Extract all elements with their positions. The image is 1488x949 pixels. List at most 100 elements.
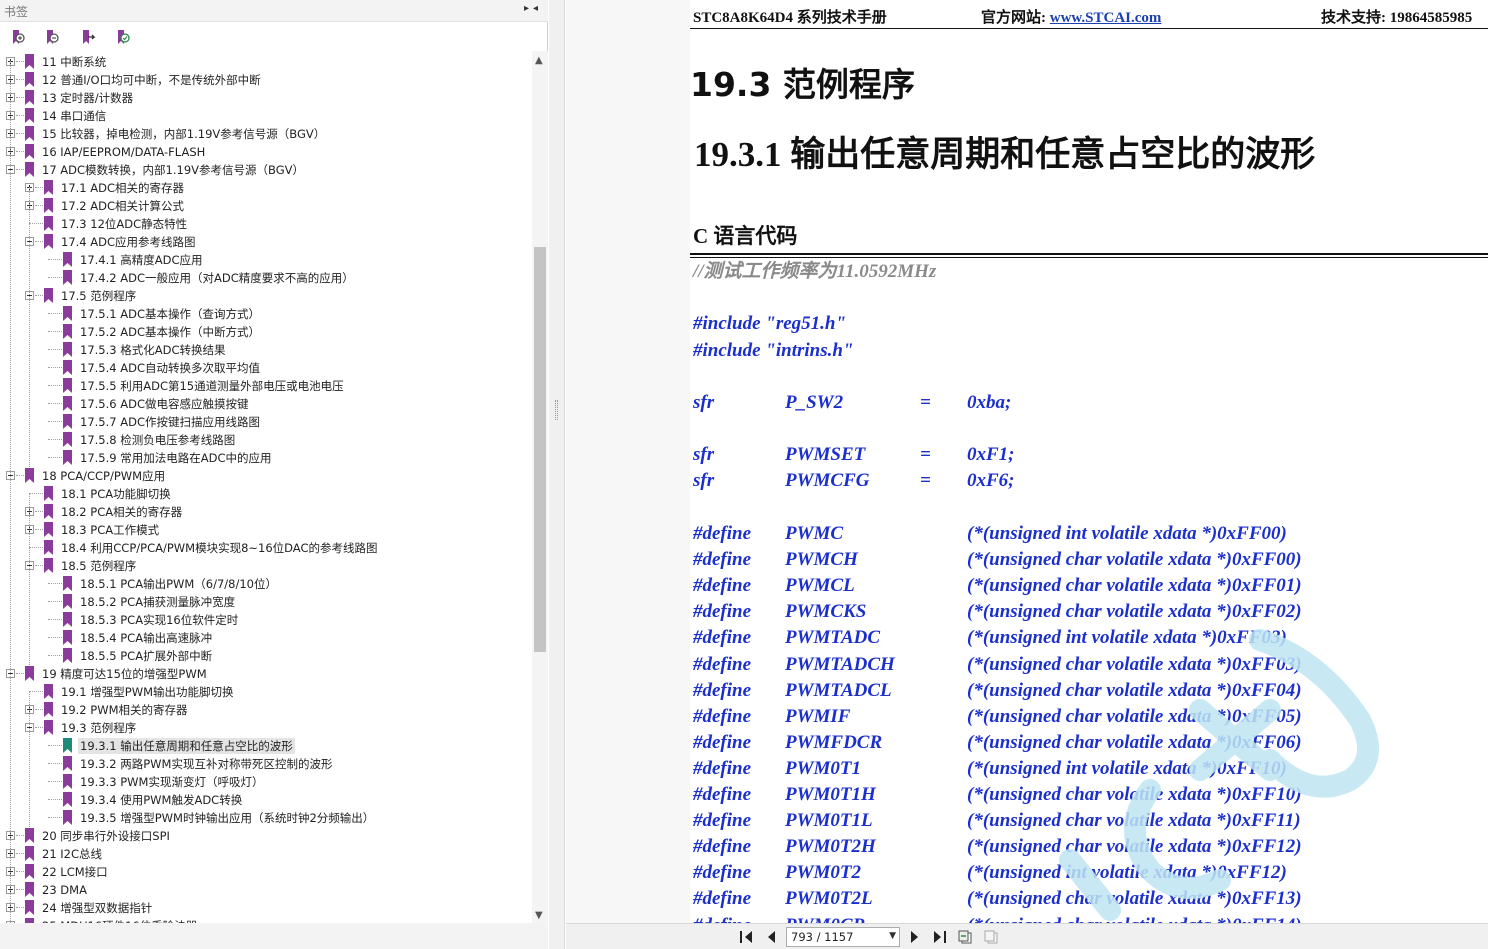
bookmark-label: 18.5.1 PCA输出PWM（6/7/8/10位）	[80, 577, 277, 591]
add-bookmark-icon[interactable]	[43, 28, 61, 46]
bookmark-item[interactable]: 18.5.1 PCA输出PWM（6/7/8/10位）	[0, 575, 530, 593]
bookmark-item[interactable]: 17.5.4 ADC自动转换多次取平均值	[0, 359, 530, 377]
bookmark-item[interactable]: 17.5 范例程序	[0, 287, 530, 305]
scroll-up-icon[interactable]: ▲	[535, 55, 543, 66]
tree-connector	[48, 421, 62, 422]
page-number-field[interactable]: 793 / 1157 ▼	[786, 927, 900, 947]
bookmark-item[interactable]: 17.5.7 ADC作按键扫描应用线路图	[0, 413, 530, 431]
next-page-icon[interactable]	[906, 928, 924, 946]
code-identifier: PWMTADCL	[785, 680, 892, 701]
bookmark-item[interactable]: 17.5.5 利用ADC第15通道测量外部电压或电池电压	[0, 377, 530, 395]
bookmark-item[interactable]: 19.2 PWM相关的寄存器	[0, 701, 530, 719]
bookmark-item[interactable]: 11 中断系统	[0, 53, 530, 71]
code-identifier: PWMTADCH	[785, 654, 895, 675]
bookmark-item[interactable]: 24 增强型双数据指针	[0, 899, 530, 917]
bookmark-item[interactable]: 17.5.8 检测负电压参考线路图	[0, 431, 530, 449]
find-bookmark-icon[interactable]	[114, 28, 132, 46]
bookmark-label: 18.1 PCA功能脚切换	[61, 487, 171, 501]
bookmark-item[interactable]: 17.4.2 ADC一般应用（对ADC精度要求不高的应用）	[0, 269, 530, 287]
bookmark-item[interactable]: 18.5.3 PCA实现16位软件定时	[0, 611, 530, 629]
website-link[interactable]: www.STCAI.com	[1050, 10, 1162, 26]
bookmark-item[interactable]: 17.2 ADC相关计算公式	[0, 197, 530, 215]
bookmark-item[interactable]: 15 比较器，掉电检测，内部1.19V参考信号源（BGV）	[0, 125, 530, 143]
bookmark-item[interactable]: 22 LCM接口	[0, 863, 530, 881]
bookmark-item[interactable]: 18.3 PCA工作模式	[0, 521, 530, 539]
first-page-icon[interactable]	[738, 928, 756, 946]
page-indicator[interactable]: 793 / 1157	[791, 930, 853, 944]
bookmark-item[interactable]: 12 普通I/O口均可中断，不是传统外部中断	[0, 71, 530, 89]
bookmark-icon	[44, 684, 53, 699]
code-identifier: P_SW2	[785, 392, 844, 413]
bookmark-item[interactable]: 17.5.3 格式化ADC转换结果	[0, 341, 530, 359]
bookmark-item[interactable]: 19.3.1 输出任意周期和任意占空比的波形	[0, 737, 530, 755]
bookmark-item[interactable]: 19.3.5 增强型PWM时钟输出应用（系统时钟2分频输出）	[0, 809, 530, 827]
bookmark-icon	[63, 756, 72, 771]
chevron-down-icon[interactable]: ▼	[889, 931, 896, 941]
scroll-thumb[interactable]	[534, 247, 546, 652]
tree-connector	[16, 133, 24, 134]
next-view-icon[interactable]	[982, 928, 1000, 946]
bookmark-item[interactable]: 23 DMA	[0, 881, 530, 899]
bookmark-item[interactable]: 19.3.2 两路PWM实现互补对称带死区控制的波形	[0, 755, 530, 773]
bookmark-item[interactable]: 17.5.9 常用加法电路在ADC中的应用	[0, 449, 530, 467]
bookmark-icon	[44, 540, 53, 555]
bookmark-item[interactable]: 14 串口通信	[0, 107, 530, 125]
code-operator: =	[920, 444, 931, 465]
bookmark-item[interactable]: 19 精度可达15位的增强型PWM	[0, 665, 530, 683]
prev-page-icon[interactable]	[762, 928, 780, 946]
panel-collapse-controls[interactable]: ▸◂	[524, 3, 542, 14]
bookmark-item[interactable]: 21 I2C总线	[0, 845, 530, 863]
bookmark-item[interactable]: 18.5.5 PCA扩展外部中断	[0, 647, 530, 665]
panel-title: 书签	[4, 5, 29, 19]
code-keyword: #define	[693, 888, 752, 909]
bookmark-item[interactable]: 17 ADC模数转换，内部1.19V参考信号源（BGV）	[0, 161, 530, 179]
bookmark-item[interactable]: 17.3 12位ADC静态特性	[0, 215, 530, 233]
bookmark-item[interactable]: 18.1 PCA功能脚切换	[0, 485, 530, 503]
bookmark-item[interactable]: 16 IAP/EEPROM/DATA-FLASH	[0, 143, 530, 161]
bookmark-item[interactable]: 17.5.1 ADC基本操作（查询方式）	[0, 305, 530, 323]
code-value: (*(unsigned char volatile xdata *)0xFF01…	[967, 575, 1302, 596]
bookmark-item[interactable]: 18.4 利用CCP/PCA/PWM模块实现8~16位DAC的参考线路图	[0, 539, 530, 557]
bookmark-item[interactable]: 20 同步串行外设接口SPI	[0, 827, 530, 845]
bookmark-item[interactable]: 18.5.4 PCA输出高速脉冲	[0, 629, 530, 647]
last-page-icon[interactable]	[930, 928, 948, 946]
bookmark-item[interactable]: 18.2 PCA相关的寄存器	[0, 503, 530, 521]
bookmark-item[interactable]: 17.1 ADC相关的寄存器	[0, 179, 530, 197]
bookmark-item[interactable]: 19.3.4 使用PWM触发ADC转换	[0, 791, 530, 809]
bookmark-item[interactable]: 17.4.1 高精度ADC应用	[0, 251, 530, 269]
bookmark-item[interactable]: 18 PCA/CCP/PWM应用	[0, 467, 530, 485]
bookmark-item[interactable]: 18.5.2 PCA捕获测量脉冲宽度	[0, 593, 530, 611]
bookmark-item[interactable]: 18.5 范例程序	[0, 557, 530, 575]
scroll-down-icon[interactable]: ▼	[535, 910, 543, 921]
bookmark-item[interactable]: 17.5.2 ADC基本操作（中断方式）	[0, 323, 530, 341]
splitter-grip-icon[interactable]	[555, 400, 558, 420]
bookmark-item[interactable]: 17.5.6 ADC做电容感应触摸按键	[0, 395, 530, 413]
bookmark-label: 17.3 12位ADC静态特性	[61, 217, 188, 231]
bookmark-icon	[44, 504, 53, 519]
tree-connector	[48, 619, 62, 620]
bookmark-label: 18.3 PCA工作模式	[61, 523, 160, 537]
bookmark-item[interactable]: 19.3.3 PWM实现渐变灯（呼吸灯）	[0, 773, 530, 791]
tree-connector	[48, 349, 62, 350]
bookmark-scrollbar[interactable]: ▲ ▼	[532, 51, 548, 923]
panel-splitter[interactable]	[549, 0, 565, 949]
code-value: (*(unsigned char volatile xdata *)0xFF11…	[967, 810, 1301, 831]
tree-guide-line	[10, 61, 11, 923]
goto-bookmark-icon[interactable]	[79, 28, 97, 46]
tree-connector	[16, 673, 24, 674]
bookmark-icon	[63, 324, 72, 339]
bookmark-item[interactable]: 17.4 ADC应用参考线路图	[0, 233, 530, 251]
bookmark-item[interactable]: 13 定时器/计数器	[0, 89, 530, 107]
bookmark-item[interactable]: 19.3 范例程序	[0, 719, 530, 737]
prev-view-icon[interactable]	[956, 928, 974, 946]
tree-connector	[16, 889, 24, 890]
bookmark-item[interactable]: 19.1 增强型PWM输出功能脚切换	[0, 683, 530, 701]
bookmark-label: 17.5.8 检测负电压参考线路图	[80, 433, 236, 447]
bookmarks-panel: 书签 ▸◂ 11 中断系统 12 普通I/O口均可中断，不是传统外部中断 13 定时…	[0, 0, 548, 949]
expand-bookmark-icon[interactable]	[9, 28, 27, 46]
tree-connector	[48, 637, 62, 638]
bookmark-label: 17.2 ADC相关计算公式	[61, 199, 185, 213]
bookmark-label: 21 I2C总线	[42, 847, 103, 861]
tree-connector	[48, 259, 62, 260]
tree-connector	[35, 511, 43, 512]
